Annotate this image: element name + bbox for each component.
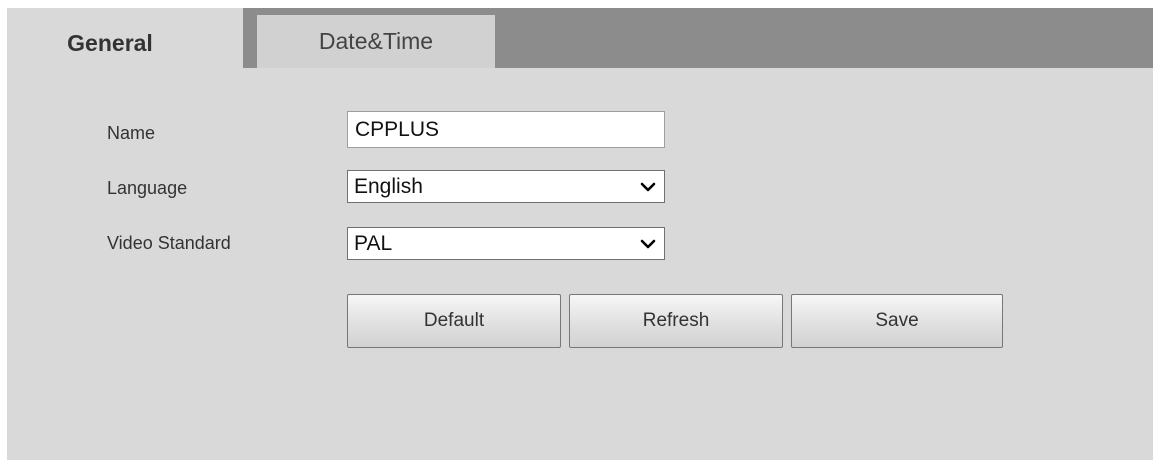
default-button[interactable]: Default xyxy=(347,294,561,348)
settings-panel: General Date&Time Name CPPLUS Language E… xyxy=(7,8,1153,460)
language-select-value: English xyxy=(354,175,423,198)
language-select[interactable]: English xyxy=(347,170,665,203)
chevron-down-icon xyxy=(640,182,656,192)
name-field[interactable]: CPPLUS xyxy=(347,111,665,148)
tab-date-time[interactable]: Date&Time xyxy=(257,15,495,68)
video-standard-label: Video Standard xyxy=(107,233,231,253)
chevron-down-icon xyxy=(640,239,656,249)
language-label: Language xyxy=(107,178,188,198)
video-standard-select[interactable]: PAL xyxy=(347,227,665,260)
video-standard-select-value: PAL xyxy=(354,232,393,255)
tab-general[interactable]: General xyxy=(7,8,243,68)
save-button[interactable]: Save xyxy=(791,294,1003,348)
tab-bar: General Date&Time xyxy=(7,8,1153,68)
name-label: Name xyxy=(107,123,156,143)
refresh-button[interactable]: Refresh xyxy=(569,294,783,348)
